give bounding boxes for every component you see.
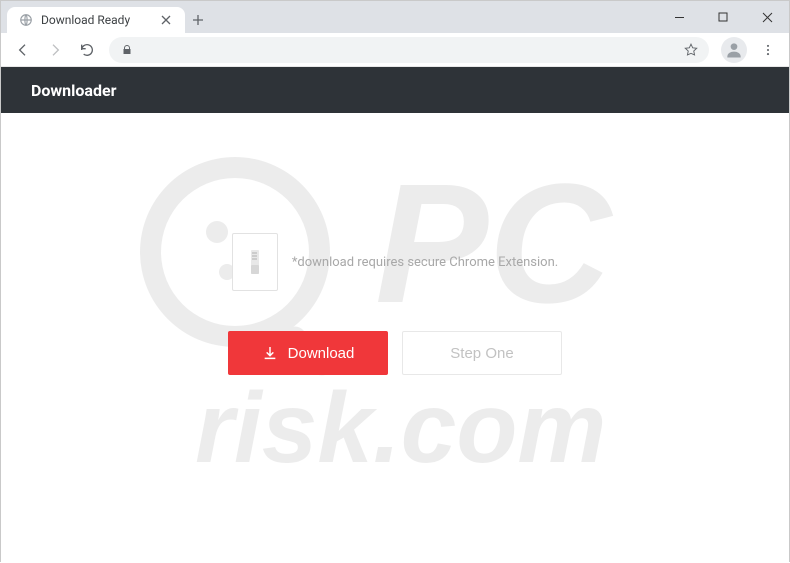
- star-icon[interactable]: [683, 42, 699, 58]
- download-label: Download: [288, 345, 355, 362]
- minimize-button[interactable]: [657, 1, 701, 33]
- page-title: Downloader: [31, 81, 116, 100]
- svg-text:risk.com: risk.com: [195, 372, 606, 484]
- download-button[interactable]: Download: [228, 331, 388, 375]
- tab-title: Download Ready: [41, 13, 151, 27]
- close-icon[interactable]: [159, 13, 173, 27]
- browser-toolbar: [1, 33, 789, 67]
- info-text: *download requires secure Chrome Extensi…: [292, 255, 558, 270]
- reload-button[interactable]: [73, 36, 101, 64]
- new-tab-button[interactable]: [185, 7, 211, 33]
- globe-icon: [19, 13, 33, 27]
- page-content: Downloader PC risk.com *download require…: [1, 67, 789, 563]
- profile-button[interactable]: [721, 37, 747, 63]
- kebab-menu-icon[interactable]: [755, 37, 781, 63]
- window-controls: [657, 1, 789, 33]
- button-row: Download Step One: [228, 331, 562, 375]
- zip-file-icon: [232, 233, 278, 291]
- page-header: Downloader: [1, 67, 789, 113]
- main-content: *download requires secure Chrome Extensi…: [1, 233, 789, 375]
- address-bar[interactable]: [109, 37, 709, 63]
- browser-tab[interactable]: Download Ready: [7, 7, 185, 33]
- download-icon: [262, 345, 278, 361]
- forward-button[interactable]: [41, 36, 69, 64]
- lock-icon: [119, 42, 135, 58]
- close-window-button[interactable]: [745, 1, 789, 33]
- back-button[interactable]: [9, 36, 37, 64]
- step-one-button[interactable]: Step One: [402, 331, 562, 375]
- window-titlebar: Download Ready: [1, 1, 789, 33]
- info-row: *download requires secure Chrome Extensi…: [232, 233, 558, 291]
- step-one-label: Step One: [450, 345, 513, 362]
- maximize-button[interactable]: [701, 1, 745, 33]
